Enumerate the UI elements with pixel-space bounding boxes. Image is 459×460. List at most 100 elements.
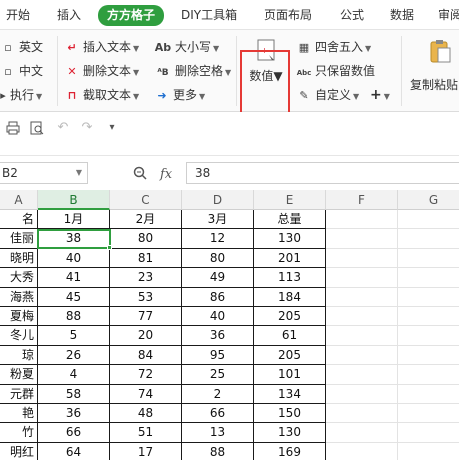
tab-diy-toolbox[interactable]: DIY工具箱 [181,6,237,25]
name-box[interactable]: B2 ▼ [0,162,88,184]
table-cell[interactable]: 66 [38,423,110,443]
table-cell[interactable]: 53 [110,287,182,307]
table-cell[interactable]: 48 [110,404,182,424]
table-cell[interactable]: 201 [254,248,326,269]
empty-cell[interactable] [398,288,459,307]
extract-text-button[interactable]: ⊓ 截取文本 ▼ [64,85,140,105]
case-button[interactable]: Ab 大小写 ▼ [154,37,219,57]
round-button[interactable]: ▦ 四舍五入 ▼ [296,37,371,57]
table-cell[interactable]: 36 [38,404,110,424]
table-cell[interactable]: 元群 [0,384,38,404]
column-header-a[interactable]: A [0,190,38,210]
column-header-d[interactable]: D [182,190,254,210]
execute-button[interactable]: ▸ 执行 ▼ [0,85,42,105]
table-cell[interactable]: 12 [182,229,254,249]
table-cell[interactable]: 粉夏 [0,365,38,385]
delete-text-button[interactable]: ✕ 删除文本 ▼ [64,61,139,81]
empty-cell[interactable] [398,249,459,269]
empty-cell[interactable] [398,326,459,346]
tab-review[interactable]: 审阅 [438,6,459,25]
table-cell[interactable]: 36 [182,326,254,346]
empty-cell[interactable] [398,346,459,366]
empty-cell[interactable] [326,268,398,288]
undo-icon[interactable]: ↶ [55,120,71,136]
table-cell[interactable]: 64 [38,442,110,460]
table-cell[interactable]: 明红 [0,442,38,460]
table-cell[interactable]: 40 [182,307,254,327]
header-cell[interactable]: 名 [0,210,38,230]
empty-cell[interactable] [326,326,398,346]
empty-cell[interactable] [326,287,398,307]
table-cell[interactable]: 88 [38,307,110,327]
empty-cell[interactable] [398,307,459,327]
print-icon[interactable] [5,120,21,136]
table-cell[interactable]: 184 [254,287,326,307]
table-cell[interactable]: 74 [110,384,182,404]
empty-cell[interactable] [326,442,398,460]
more-button[interactable]: ➜ 更多 ▼ [154,85,205,105]
english-button[interactable]: ▫ 英文 [0,37,43,57]
column-header-f[interactable]: F [326,190,398,210]
add-button[interactable]: + ▼ [370,85,390,105]
table-cell[interactable]: 205 [254,345,326,366]
table-cell[interactable]: 169 [254,442,326,460]
insert-text-button[interactable]: ↵ 插入文本 ▼ [64,37,139,57]
customize-toolbar-icon[interactable]: ▾ [104,120,120,136]
column-header-g[interactable]: G [398,190,459,210]
empty-cell[interactable] [398,210,459,230]
empty-cell[interactable] [398,229,459,249]
tab-home[interactable]: 开始 [6,6,30,25]
table-cell[interactable]: 13 [182,423,254,443]
table-cell[interactable]: 130 [254,229,326,249]
tab-formula[interactable]: 公式 [340,6,364,25]
empty-cell[interactable] [326,248,398,269]
table-cell[interactable]: 130 [254,423,326,443]
table-cell[interactable]: 冬儿 [0,326,38,346]
tab-page-layout[interactable]: 页面布局 [264,6,312,25]
formula-input[interactable]: 38 [186,162,459,184]
table-cell[interactable]: 艳 [0,404,38,424]
spreadsheet-grid[interactable]: A B C D E F G 名 1月 2月 3月 总量 佳丽 38 80 12 130 晓明 40 81… [0,190,459,460]
header-cell[interactable]: 1月 [38,210,110,230]
table-cell[interactable]: 51 [110,423,182,443]
empty-cell[interactable] [326,404,398,424]
print-preview-icon[interactable] [29,120,45,136]
table-cell[interactable]: 81 [110,248,182,269]
empty-cell[interactable] [398,385,459,404]
table-cell[interactable]: 佳丽 [0,229,38,249]
empty-cell[interactable] [326,229,398,249]
table-cell[interactable]: 49 [182,268,254,288]
table-cell[interactable]: 66 [182,404,254,424]
header-cell[interactable]: 总量 [254,210,326,230]
fx-icon[interactable]: fx [160,167,172,182]
table-cell[interactable]: 113 [254,268,326,288]
table-cell[interactable]: 琼 [0,345,38,366]
custom-button[interactable]: ✎ 自定义 ▼ [296,85,359,105]
header-cell[interactable]: 2月 [110,210,182,230]
table-cell[interactable]: 40 [38,248,110,269]
delete-space-button[interactable]: ᴬB 删除空格 ▼ [154,61,231,81]
tab-insert[interactable]: 插入 [57,6,81,25]
empty-cell[interactable] [326,365,398,385]
table-cell[interactable]: 20 [110,326,182,346]
tab-data[interactable]: 数据 [390,6,414,25]
tab-fangfanggezi[interactable]: 方方格子 [98,5,165,26]
empty-cell[interactable] [326,423,398,443]
table-cell[interactable]: 2 [182,384,254,404]
table-cell[interactable]: 86 [182,287,254,307]
empty-cell[interactable] [398,268,459,288]
copy-paste-button[interactable]: 复制粘贴 [410,38,459,93]
table-cell[interactable]: 23 [110,268,182,288]
table-cell[interactable]: 88 [182,442,254,460]
table-cell[interactable]: 夏梅 [0,307,38,327]
table-cell[interactable]: 17 [110,442,182,460]
table-cell[interactable]: 26 [38,345,110,366]
column-header-e[interactable]: E [254,190,326,210]
zoom-icon[interactable] [133,166,147,180]
table-cell[interactable]: 竹 [0,423,38,443]
table-cell[interactable]: 101 [254,365,326,385]
empty-cell[interactable] [326,345,398,366]
table-cell[interactable]: 58 [38,384,110,404]
table-cell[interactable]: 海燕 [0,287,38,307]
column-header-b[interactable]: B [38,190,110,210]
